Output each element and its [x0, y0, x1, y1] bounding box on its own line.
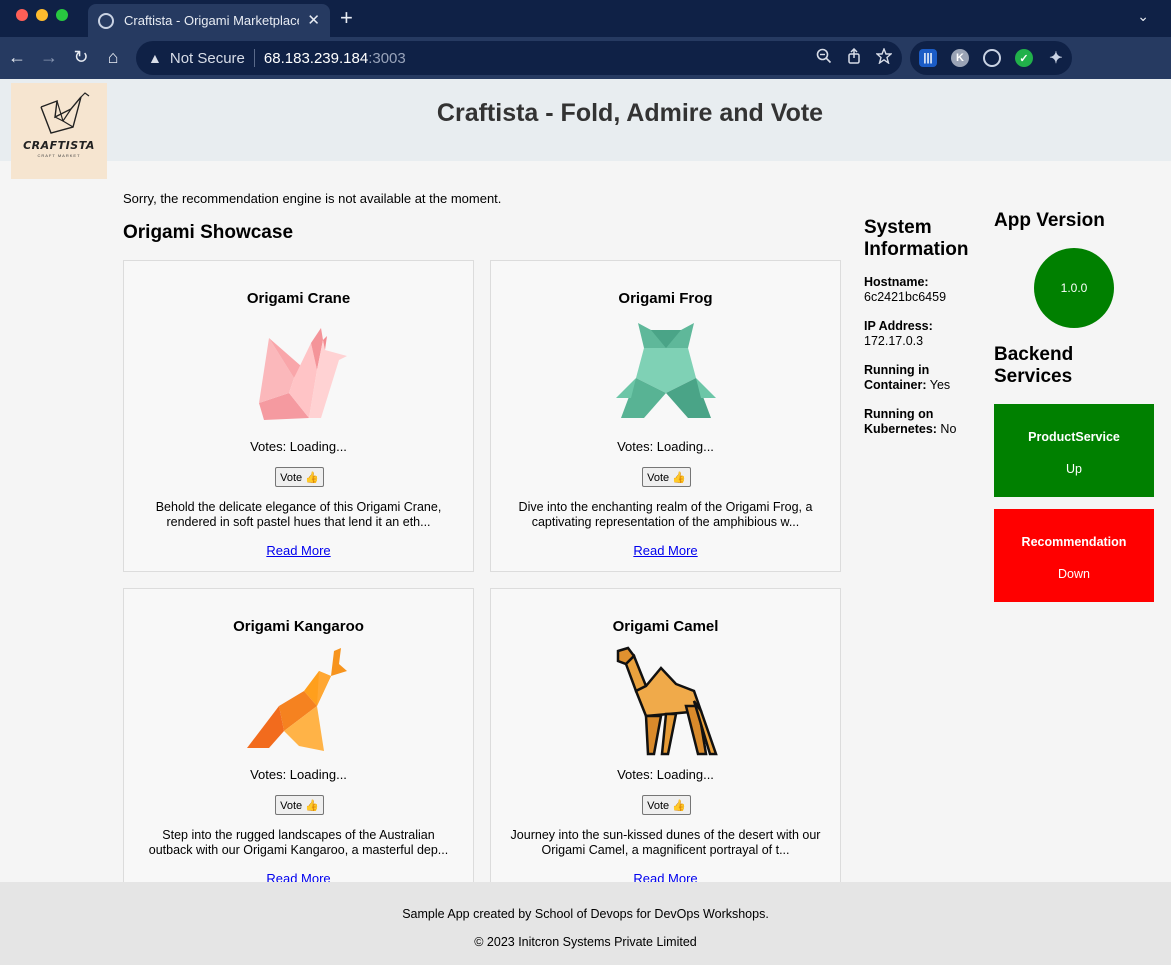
zoom-icon[interactable]: [816, 48, 832, 64]
product-card-camel: Origami Camel Votes: Loading... Vote 👍 J…: [490, 588, 841, 900]
read-more-link[interactable]: Read More: [124, 543, 473, 558]
product-card-crane: Origami Crane Votes: Loading... Vote 👍 B…: [123, 260, 474, 572]
footer-copyright: © 2023 Initcron Systems Private Limited: [474, 935, 697, 949]
vote-button[interactable]: Vote 👍: [642, 467, 691, 487]
product-description: Step into the rugged landscapes of the A…: [148, 828, 449, 857]
vote-count: Votes: Loading...: [250, 439, 347, 454]
logo-tagline: CRAFT MARKET: [37, 153, 81, 158]
system-information-panel: System Information Hostname: 6c2421bc645…: [864, 217, 984, 437]
vote-button[interactable]: Vote 👍: [275, 795, 324, 815]
product-card-kangaroo: Origami Kangaroo Votes: Loading... Vote …: [123, 588, 474, 900]
product-description: Dive into the enchanting realm of the Or…: [518, 500, 813, 529]
vote-count: Votes: Loading...: [617, 767, 714, 782]
window-close-button[interactable]: [16, 9, 28, 21]
share-icon[interactable]: [846, 48, 862, 64]
origami-bird-logo-icon: [40, 92, 90, 134]
container-row: Running in Container: Yes: [864, 363, 984, 393]
window-maximize-button[interactable]: [56, 9, 68, 21]
tab-close-icon[interactable]: ✕: [307, 13, 320, 28]
product-title: Origami Camel: [612, 618, 719, 635]
extension-check-icon[interactable]: ✓: [1015, 49, 1033, 67]
tab-search-chevron-icon[interactable]: ⌄: [1137, 8, 1149, 25]
extension-bars-icon[interactable]: |||: [919, 49, 937, 67]
extensions-area: ||| K ✓ ✦: [910, 41, 1072, 75]
service-name: ProductService: [1028, 430, 1120, 444]
vote-count: Votes: Loading...: [617, 439, 714, 454]
hostname-value: 6c2421bc6459: [864, 290, 947, 304]
backend-services-heading: Backend Services: [994, 344, 1074, 387]
craftista-logo[interactable]: CRAFTISTA CRAFT MARKET: [11, 83, 107, 179]
window-minimize-button[interactable]: [36, 9, 48, 21]
product-description: Journey into the sun-kissed dunes of the…: [510, 828, 821, 857]
kubernetes-row: Running on Kubernetes: No: [864, 407, 984, 437]
address-bar[interactable]: ▲ Not Secure 68.183.239.184 :3003: [136, 41, 902, 75]
tab-title: Craftista - Origami Marketplace: [124, 13, 300, 28]
read-more-link[interactable]: Read More: [491, 543, 840, 558]
product-title: Origami Frog: [618, 290, 713, 307]
origami-crane-image: [259, 328, 347, 420]
url-port: :3003: [368, 49, 406, 67]
service-status: Down: [1058, 567, 1090, 581]
vote-count: Votes: Loading...: [250, 767, 347, 782]
browser-tab-bar: Craftista - Origami Marketplace ✕ + ⌄: [0, 0, 1171, 37]
service-status-productservice: ProductService Up: [994, 404, 1154, 497]
extensions-puzzle-icon[interactable]: ✦: [1047, 49, 1065, 67]
reload-icon[interactable]: ↻: [70, 46, 92, 68]
extension-sync-icon[interactable]: [983, 49, 1001, 67]
extension-k-icon[interactable]: K: [951, 49, 969, 67]
hostname-label: Hostname:: [864, 275, 929, 289]
address-bar-actions: [816, 48, 892, 64]
logo-wordmark: CRAFTISTA: [23, 139, 95, 152]
security-label[interactable]: Not Secure: [170, 50, 245, 67]
origami-frog-image: [616, 323, 716, 418]
page-title: Craftista - Fold, Admire and Vote: [436, 99, 824, 127]
footer-credit: Sample App created by School of Devops f…: [402, 907, 769, 921]
browser-toolbar: ← → ↻ ⌂ ▲ Not Secure 68.183.239.184 :300…: [0, 37, 1171, 105]
hostname-row: Hostname: 6c2421bc6459: [864, 275, 984, 305]
address-divider: [253, 49, 255, 67]
vote-button[interactable]: Vote 👍: [275, 467, 324, 487]
vote-button[interactable]: Vote 👍: [642, 795, 691, 815]
service-status: Up: [1066, 462, 1082, 476]
bookmark-star-icon[interactable]: [876, 48, 892, 64]
kubernetes-value: No: [940, 422, 957, 436]
ip-address-label: IP Address:: [864, 319, 933, 333]
product-card-frog: Origami Frog Votes: Loading... Vote 👍 Di…: [490, 260, 841, 572]
app-version-heading: App Version: [994, 210, 1105, 231]
new-tab-button[interactable]: +: [340, 7, 353, 29]
warning-triangle-icon: ▲: [148, 50, 162, 66]
kubernetes-label: Running on Kubernetes:: [864, 407, 937, 436]
url-host: 68.183.239.184: [263, 49, 369, 67]
origami-kangaroo-image: [247, 648, 347, 751]
back-arrow-icon[interactable]: ←: [6, 46, 28, 68]
system-information-heading: System Information: [864, 217, 969, 260]
version-badge: 1.0.0: [1034, 248, 1114, 328]
container-label: Running in Container:: [864, 363, 930, 392]
container-value: Yes: [929, 378, 951, 392]
product-title: Origami Kangaroo: [233, 618, 364, 635]
service-name: Recommendation: [1021, 535, 1127, 549]
ip-address-row: IP Address: 172.17.0.3: [864, 319, 984, 349]
product-title: Origami Crane: [246, 290, 351, 307]
page-content: CRAFTISTA CRAFT MARKET Craftista - Fold,…: [0, 79, 1171, 965]
browser-tab-active[interactable]: Craftista - Origami Marketplace ✕: [88, 4, 330, 37]
product-description: Behold the delicate elegance of this Ori…: [155, 500, 442, 529]
home-icon[interactable]: ⌂: [102, 46, 124, 68]
service-status-recommendation: Recommendation Down: [994, 509, 1154, 602]
origami-camel-image: [616, 646, 718, 756]
showcase-heading: Origami Showcase: [123, 222, 294, 243]
recommendation-unavailable-message: Sorry, the recommendation engine is not …: [123, 191, 502, 206]
forward-arrow-icon[interactable]: →: [38, 46, 60, 68]
site-footer: Sample App created by School of Devops f…: [0, 882, 1171, 965]
ip-address-value: 172.17.0.3: [864, 334, 924, 348]
site-header: CRAFTISTA CRAFT MARKET Craftista - Fold,…: [0, 79, 1171, 179]
globe-icon: [98, 12, 114, 29]
